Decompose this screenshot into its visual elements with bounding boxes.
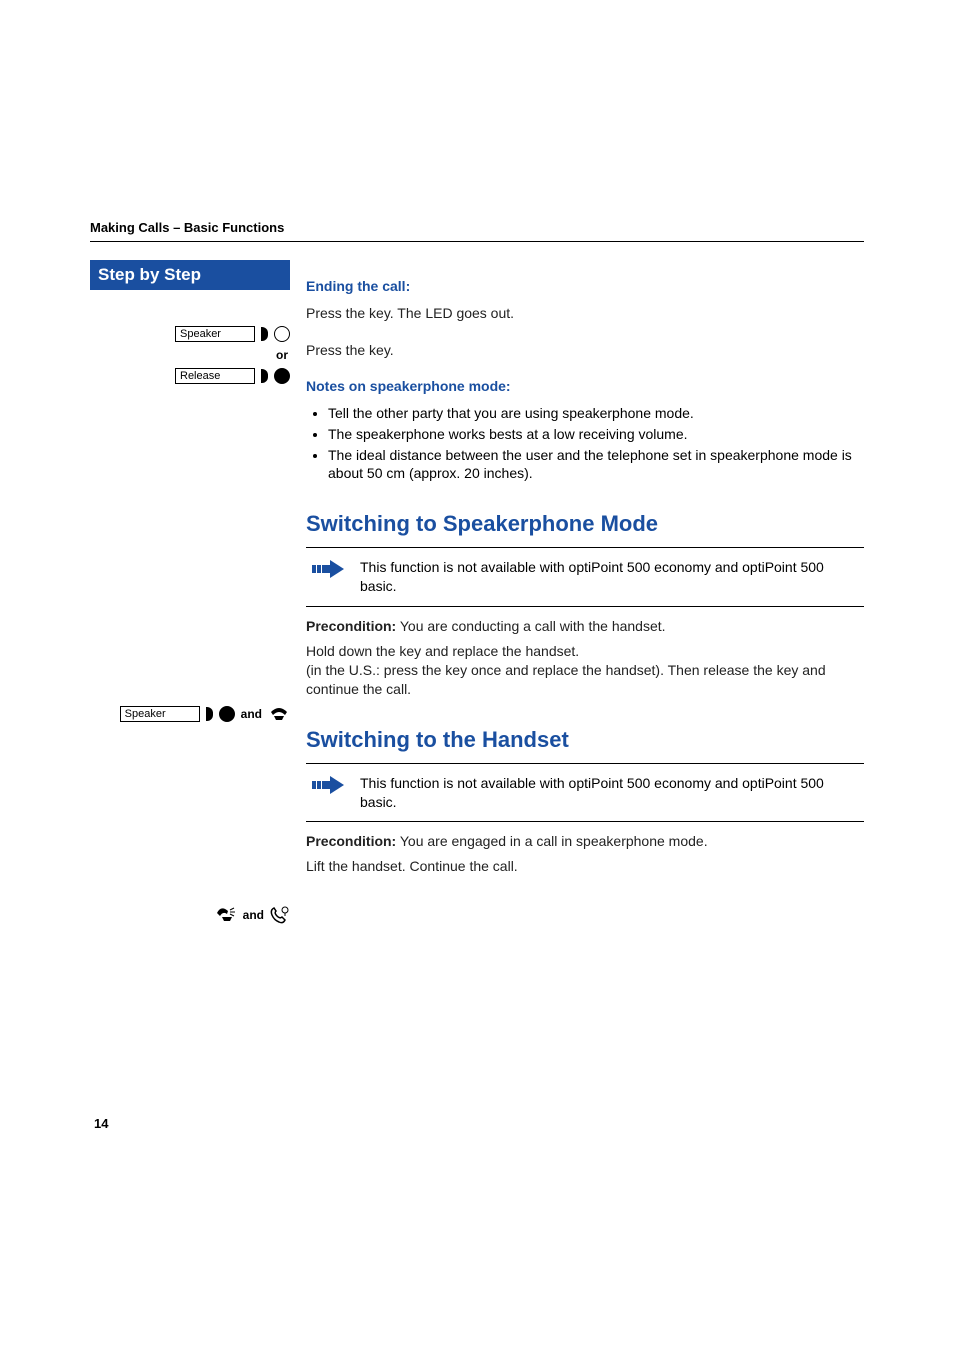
precondition-label-2: Precondition: xyxy=(306,833,396,849)
notes-item-1: Tell the other party that you are using … xyxy=(328,404,864,423)
handset-action: Lift the handset. Continue the call. xyxy=(306,857,864,876)
speakerphone-heading: Switching to Speakerphone Mode xyxy=(306,511,864,537)
right-column: Ending the call: Press the key. The LED … xyxy=(290,260,864,882)
release-key-label: Release xyxy=(175,368,255,384)
key-led-icon xyxy=(261,369,268,383)
press-key-led-text: Press the key. The LED goes out. xyxy=(306,304,864,323)
precondition-text-2: You are engaged in a call in speakerphon… xyxy=(396,833,707,849)
handset-precondition: Precondition: You are engaged in a call … xyxy=(306,832,864,851)
led-filled-icon xyxy=(274,368,290,384)
precondition-text: You are conducting a call with the hands… xyxy=(396,618,665,634)
or-label: or xyxy=(175,348,288,362)
led-open-icon xyxy=(274,326,290,342)
speaker-and-handset-row: Speaker and xyxy=(120,706,290,722)
handset-heading: Switching to the Handset xyxy=(306,727,864,753)
press-key-text: Press the key. xyxy=(306,341,864,360)
notes-list: Tell the other party that you are using … xyxy=(306,404,864,484)
handset-note-block: This function is not available with opti… xyxy=(306,763,864,823)
speakerphone-action: Hold down the key and replace the handse… xyxy=(306,642,864,699)
key-led-icon xyxy=(261,327,268,341)
precondition-label: Precondition: xyxy=(306,618,396,634)
left-column: Step by Step Speaker or Release Spea xyxy=(90,260,290,882)
speakerphone-precondition: Precondition: You are conducting a call … xyxy=(306,617,864,636)
speakerphone-note-block: This function is not available with opti… xyxy=(306,547,864,607)
notes-heading: Notes on speakerphone mode: xyxy=(306,378,864,394)
handset-talk-icon xyxy=(270,906,290,924)
speaker-key-label-2: Speaker xyxy=(120,706,200,722)
led-filled-icon xyxy=(219,706,235,722)
key-led-icon xyxy=(206,707,213,721)
page-number: 14 xyxy=(94,1116,108,1131)
handset-note-text: This function is not available with opti… xyxy=(360,774,858,812)
handset-down-icon xyxy=(268,706,290,722)
and-label-2: and xyxy=(243,908,264,922)
notes-item-3: The ideal distance between the user and … xyxy=(328,446,864,484)
step-by-step-banner: Step by Step xyxy=(90,260,290,290)
note-arrow-icon xyxy=(312,774,346,796)
running-header: Making Calls – Basic Functions xyxy=(90,220,864,242)
handset-lift-icon xyxy=(215,907,237,923)
release-key-row: Release xyxy=(175,368,290,384)
speaker-key-row: Speaker xyxy=(175,326,290,342)
note-arrow-icon xyxy=(312,558,346,580)
speakerphone-note-text: This function is not available with opti… xyxy=(360,558,858,596)
notes-item-2: The speakerphone works bests at a low re… xyxy=(328,425,864,444)
speaker-key-label: Speaker xyxy=(175,326,255,342)
and-label-1: and xyxy=(241,707,262,721)
ending-call-heading: Ending the call: xyxy=(306,278,864,294)
lift-and-talk-row: and xyxy=(215,906,290,924)
